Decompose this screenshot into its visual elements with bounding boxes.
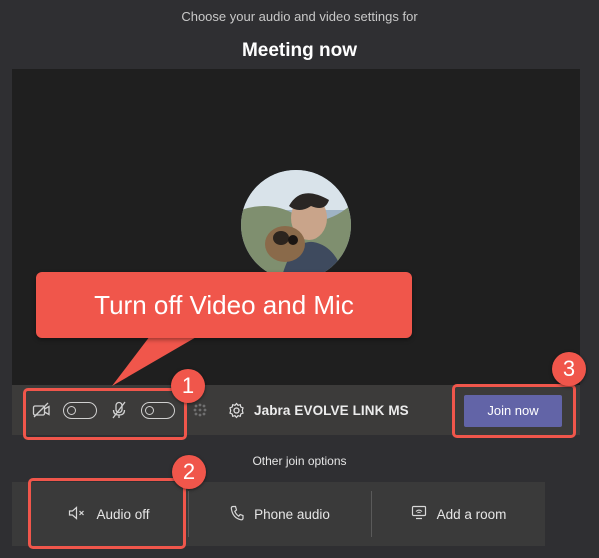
audio-device-label[interactable]: Jabra EVOLVE LINK MS bbox=[254, 403, 409, 418]
settings-subtitle: Choose your audio and video settings for bbox=[181, 9, 418, 24]
background-effects-icon[interactable] bbox=[192, 402, 208, 423]
add-a-room-option[interactable]: Add a room bbox=[372, 482, 545, 546]
step-badge-1: 1 bbox=[171, 369, 205, 403]
gear-icon[interactable] bbox=[228, 402, 245, 424]
other-join-options-heading: Other join options bbox=[252, 454, 347, 468]
add-a-room-label: Add a room bbox=[436, 506, 507, 522]
user-avatar-icon bbox=[241, 170, 351, 280]
phone-icon bbox=[230, 505, 244, 524]
meeting-title: Meeting now bbox=[241, 40, 358, 61]
step-badge-2: 2 bbox=[172, 455, 206, 489]
phone-audio-label: Phone audio bbox=[254, 506, 330, 522]
highlight-box-audio-off bbox=[28, 478, 186, 549]
step-badge-3: 3 bbox=[552, 352, 586, 386]
phone-audio-option[interactable]: Phone audio bbox=[189, 482, 371, 546]
room-display-icon bbox=[411, 505, 427, 523]
highlight-box-join bbox=[452, 384, 576, 438]
instruction-callout: Turn off Video and Mic bbox=[36, 272, 412, 338]
highlight-box-video-mic bbox=[23, 388, 187, 440]
